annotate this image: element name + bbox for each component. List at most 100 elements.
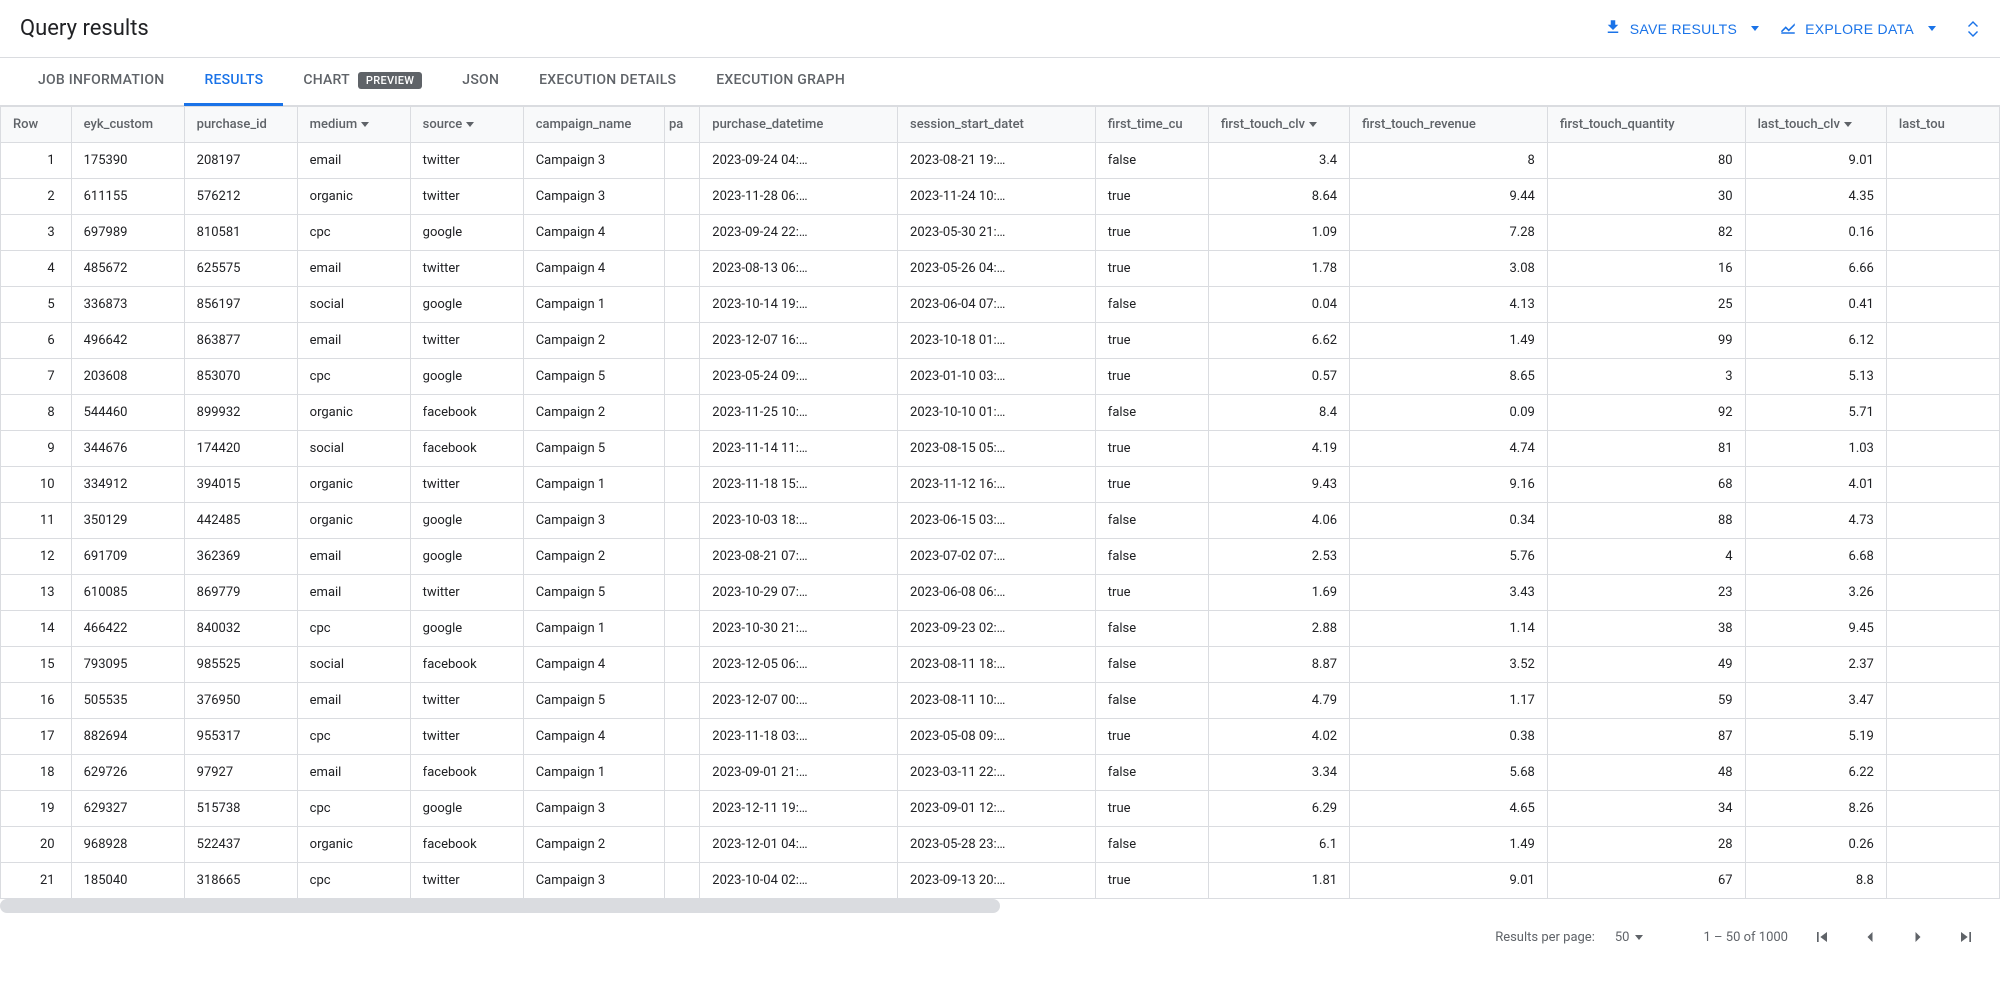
last-page-button[interactable] [1952, 923, 1980, 951]
cell-first-touch-quantity: 3 [1547, 359, 1745, 395]
cell-purchase-id: 853070 [184, 359, 297, 395]
cell-last-touch-clv: 6.22 [1745, 755, 1886, 791]
col-purchase-id[interactable]: purchase_id [184, 107, 297, 143]
cell-row: 5 [1, 287, 72, 323]
cell-medium: cpc [297, 611, 410, 647]
cell-first-time-customer: false [1095, 755, 1208, 791]
cell-first-touch-revenue: 4.74 [1350, 431, 1548, 467]
cell-source: facebook [410, 647, 523, 683]
cell-purchase-id: 899932 [184, 395, 297, 431]
table-row[interactable]: 3697989810581cpcgoogleCampaign 42023-09-… [1, 215, 2000, 251]
cell-purchase-id: 208197 [184, 143, 297, 179]
table-row[interactable]: 1862972697927emailfacebookCampaign 12023… [1, 755, 2000, 791]
col-first-touch-revenue[interactable]: first_touch_revenue [1350, 107, 1548, 143]
cell-first-touch-clv: 4.02 [1208, 719, 1349, 755]
tab-execution-graph[interactable]: EXECUTION GRAPH [696, 58, 865, 106]
col-pa[interactable]: pa [664, 107, 699, 143]
cell-last-tou [1886, 431, 1999, 467]
col-first-touch-clv[interactable]: first_touch_clv [1208, 107, 1349, 143]
cell-medium: email [297, 575, 410, 611]
cell-purchase-datetime: 2023-09-24 04:… [700, 143, 898, 179]
cell-source: google [410, 539, 523, 575]
cell-campaign-name: Campaign 5 [523, 683, 664, 719]
cell-campaign-name: Campaign 5 [523, 431, 664, 467]
prev-page-button[interactable] [1856, 923, 1884, 951]
cell-first-touch-revenue: 0.34 [1350, 503, 1548, 539]
save-results-button[interactable]: SAVE RESULTS [1594, 12, 1769, 45]
col-campaign-name[interactable]: campaign_name [523, 107, 664, 143]
cell-campaign-name: Campaign 4 [523, 215, 664, 251]
table-row[interactable]: 2611155576212organictwitterCampaign 3202… [1, 179, 2000, 215]
table-row[interactable]: 1175390208197emailtwitterCampaign 32023-… [1, 143, 2000, 179]
table-row[interactable]: 6496642863877emailtwitterCampaign 22023-… [1, 323, 2000, 359]
col-eyk-customer[interactable]: eyk_custom [71, 107, 184, 143]
cell-eyk-customer: 968928 [71, 827, 184, 863]
cell-session-start-datetime: 2023-05-28 23:… [898, 827, 1096, 863]
col-purchase-datetime[interactable]: purchase_datetime [700, 107, 898, 143]
cell-source: twitter [410, 467, 523, 503]
table-row[interactable]: 4485672625575emailtwitterCampaign 42023-… [1, 251, 2000, 287]
cell-last-tou [1886, 503, 1999, 539]
cell-last-touch-clv: 9.45 [1745, 611, 1886, 647]
col-source[interactable]: source [410, 107, 523, 143]
horizontal-scrollbar[interactable] [0, 899, 2000, 913]
cell-purchase-id: 442485 [184, 503, 297, 539]
table-row[interactable]: 9344676174420socialfacebookCampaign 5202… [1, 431, 2000, 467]
tab-job-information[interactable]: JOB INFORMATION [18, 58, 184, 106]
cell-last-touch-clv: 4.73 [1745, 503, 1886, 539]
table-row[interactable]: 20968928522437organicfacebookCampaign 22… [1, 827, 2000, 863]
cell-purchase-datetime: 2023-08-21 07:… [700, 539, 898, 575]
table-row[interactable]: 16505535376950emailtwitterCampaign 52023… [1, 683, 2000, 719]
first-page-button[interactable] [1808, 923, 1836, 951]
cell-purchase-datetime: 2023-11-14 11:… [700, 431, 898, 467]
cell-purchase-id: 625575 [184, 251, 297, 287]
expand-collapse-toggle[interactable] [1966, 21, 1980, 37]
cell-session-start-datetime: 2023-10-10 01:… [898, 395, 1096, 431]
tab-execution-details[interactable]: EXECUTION DETAILS [519, 58, 696, 106]
results-per-page-select[interactable]: 50 [1615, 930, 1644, 945]
table-row[interactable]: 12691709362369emailgoogleCampaign 22023-… [1, 539, 2000, 575]
table-row[interactable]: 11350129442485organicgoogleCampaign 3202… [1, 503, 2000, 539]
results-table-wrap[interactable]: Row eyk_custom purchase_id medium source… [0, 106, 2000, 899]
table-row[interactable]: 7203608853070cpcgoogleCampaign 52023-05-… [1, 359, 2000, 395]
cell-purchase-datetime: 2023-10-14 19:… [700, 287, 898, 323]
table-row[interactable]: 8544460899932organicfacebookCampaign 220… [1, 395, 2000, 431]
table-row[interactable]: 10334912394015organictwitterCampaign 120… [1, 467, 2000, 503]
cell-source: google [410, 611, 523, 647]
col-session-start-datetime[interactable]: session_start_datet [898, 107, 1096, 143]
cell-first-time-customer: false [1095, 395, 1208, 431]
col-last-tou[interactable]: last_tou [1886, 107, 1999, 143]
cell-first-time-customer: false [1095, 539, 1208, 575]
cell-first-touch-clv: 6.29 [1208, 791, 1349, 827]
col-last-touch-clv[interactable]: last_touch_clv [1745, 107, 1886, 143]
tab-chart[interactable]: CHART PREVIEW [283, 58, 442, 106]
table-row[interactable]: 13610085869779emailtwitterCampaign 52023… [1, 575, 2000, 611]
cell-pa [664, 395, 699, 431]
table-row[interactable]: 5336873856197socialgoogleCampaign 12023-… [1, 287, 2000, 323]
col-medium[interactable]: medium [297, 107, 410, 143]
table-row[interactable]: 15793095985525socialfacebookCampaign 420… [1, 647, 2000, 683]
cell-medium: email [297, 251, 410, 287]
table-row[interactable]: 17882694955317cpctwitterCampaign 42023-1… [1, 719, 2000, 755]
cell-purchase-datetime: 2023-12-11 19:… [700, 791, 898, 827]
next-page-button[interactable] [1904, 923, 1932, 951]
table-row[interactable]: 14466422840032cpcgoogleCampaign 12023-10… [1, 611, 2000, 647]
cell-purchase-id: 515738 [184, 791, 297, 827]
cell-session-start-datetime: 2023-11-24 10:… [898, 179, 1096, 215]
cell-first-touch-revenue: 3.52 [1350, 647, 1548, 683]
col-first-time-customer[interactable]: first_time_cu [1095, 107, 1208, 143]
explore-data-button[interactable]: EXPLORE DATA [1769, 12, 1946, 45]
cell-source: facebook [410, 755, 523, 791]
table-row[interactable]: 21185040318665cpctwitterCampaign 32023-1… [1, 863, 2000, 899]
col-row[interactable]: Row [1, 107, 72, 143]
table-row[interactable]: 19629327515738cpcgoogleCampaign 32023-12… [1, 791, 2000, 827]
cell-eyk-customer: 697989 [71, 215, 184, 251]
cell-first-time-customer: false [1095, 611, 1208, 647]
tab-results[interactable]: RESULTS [184, 58, 283, 106]
cell-row: 14 [1, 611, 72, 647]
cell-pa [664, 719, 699, 755]
tab-json[interactable]: JSON [442, 58, 519, 106]
cell-last-touch-clv: 6.66 [1745, 251, 1886, 287]
scrollbar-thumb[interactable] [0, 899, 1000, 913]
col-first-touch-quantity[interactable]: first_touch_quantity [1547, 107, 1745, 143]
